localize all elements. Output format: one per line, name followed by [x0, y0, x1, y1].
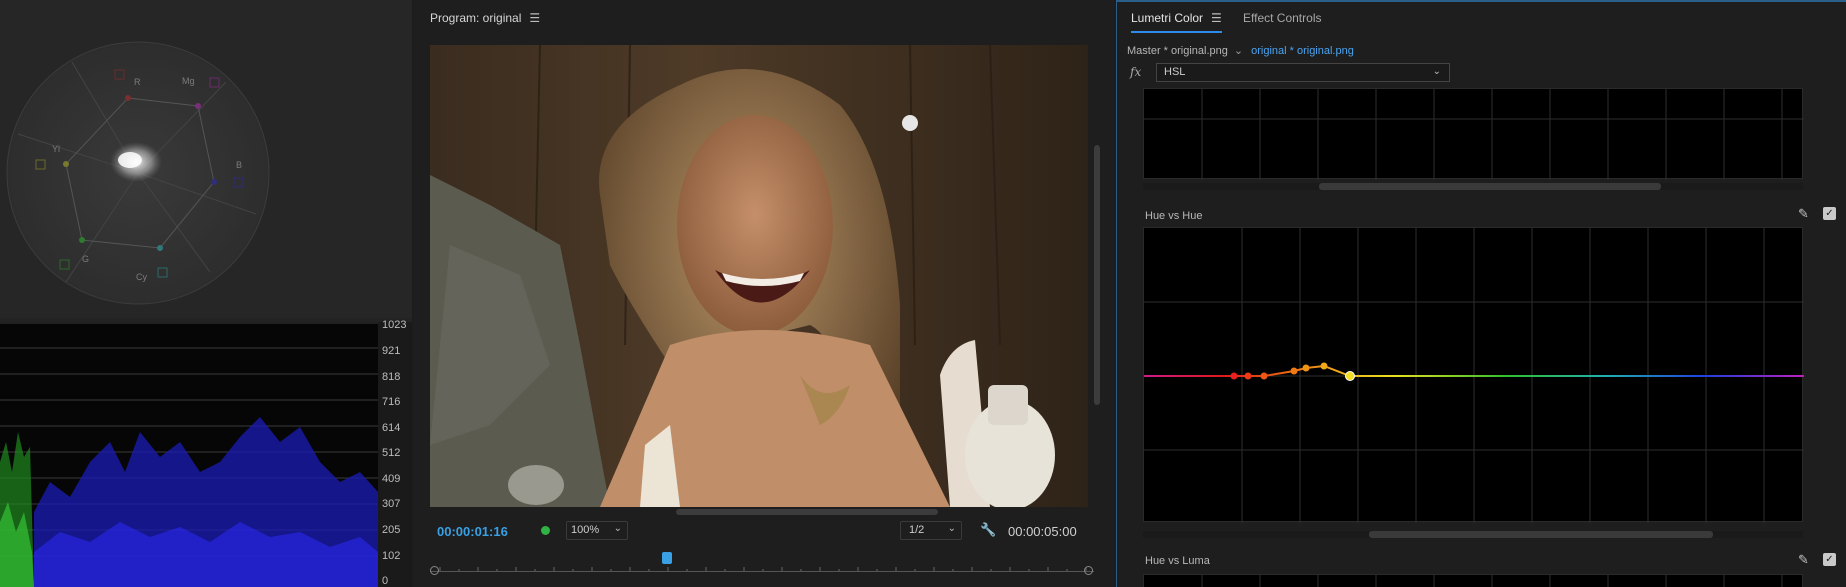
hue-vs-luma-graph[interactable] — [1143, 574, 1803, 587]
lumetri-panel: Lumetri Color ☰ Effect Controls Master * … — [1116, 0, 1846, 587]
scale-label: 205 — [382, 524, 401, 536]
current-timecode[interactable]: 00:00:01:16 — [437, 524, 508, 539]
video-image — [430, 45, 1088, 507]
scale-label: 1023 — [382, 319, 407, 331]
status-dot-icon — [541, 526, 550, 535]
scale-label: 307 — [382, 498, 401, 510]
top-curve-graph[interactable] — [1143, 88, 1804, 180]
curve-point[interactable] — [1290, 367, 1298, 375]
vectorscope-label-g: G — [82, 254, 89, 264]
scale-label: 0 — [382, 575, 389, 587]
chevron-down-icon: ⌄ — [1432, 66, 1441, 77]
hamburger-menu-icon[interactable]: ☰ — [529, 11, 540, 25]
tab-label: Lumetri Color — [1131, 11, 1204, 25]
curve-point-selected[interactable] — [1345, 371, 1355, 381]
tab-lumetri-color[interactable]: Lumetri Color ☰ — [1131, 11, 1222, 33]
horizontal-scrollbar[interactable] — [676, 509, 938, 515]
eyedropper-icon[interactable]: ✎ — [1798, 552, 1809, 568]
hue-vs-hue-scrollbar[interactable] — [1369, 531, 1713, 538]
program-title[interactable]: Program: original ☰ — [430, 11, 540, 25]
parade-plot — [0, 322, 378, 587]
master-clip[interactable]: Master * original.png — [1127, 45, 1228, 57]
vectorscope-label-mg: Mg — [182, 76, 195, 86]
hue-vs-luma-enable-checkbox[interactable]: ✓ — [1823, 553, 1836, 566]
vertical-scrollbar[interactable] — [1094, 145, 1100, 405]
in-point-handle[interactable] — [430, 566, 439, 575]
eyedropper-icon[interactable]: ✎ — [1798, 206, 1809, 222]
program-monitor: Program: original ☰ 00:00:01:16 100% ⌄ 1… — [414, 0, 1114, 587]
curve-point[interactable] — [1320, 362, 1328, 370]
section-label-hue-vs-luma: Hue vs Luma — [1145, 555, 1210, 567]
scale-label: 512 — [382, 447, 401, 459]
out-point-handle[interactable] — [1084, 566, 1093, 575]
video-frame — [430, 45, 1088, 507]
vectorscope-label-yl: Yl — [52, 144, 60, 154]
rgb-parade: 1023 921 818 716 614 512 409 307 205 102… — [0, 319, 412, 587]
scale-label: 409 — [382, 473, 401, 485]
scale-label: 614 — [382, 422, 401, 434]
wrench-icon[interactable]: 🔧 — [980, 522, 996, 538]
clip-selector: Master * original.png ⌄ original * origina… — [1127, 44, 1354, 57]
tab-effect-controls[interactable]: Effect Controls — [1243, 11, 1321, 25]
scale-label: 818 — [382, 371, 401, 383]
section-label-hue-vs-hue: Hue vs Hue — [1145, 210, 1203, 222]
effect-select-value: HSL — [1164, 66, 1186, 78]
effect-select[interactable]: HSL ⌄ — [1156, 63, 1450, 82]
vectorscope-label-r: R — [134, 77, 141, 87]
program-header: Program: original ☰ — [414, 0, 1114, 36]
chevron-down-icon: ⌄ — [613, 523, 622, 534]
selected-clip[interactable]: original * original.png — [1251, 45, 1354, 57]
duration-timecode: 00:00:05:00 — [1008, 524, 1077, 539]
ruler-line — [430, 571, 1094, 572]
top-curve-scrollbar[interactable] — [1319, 183, 1661, 190]
hue-vs-hue-graph[interactable] — [1143, 227, 1804, 523]
curve-point[interactable] — [1244, 372, 1252, 380]
zoom-value: 100% — [571, 524, 600, 536]
vectorscope: R Mg B Cy G Yl — [0, 0, 412, 318]
vectorscope-label-b: B — [236, 160, 242, 170]
scale-label: 921 — [382, 345, 401, 357]
vectorscope-label-cy: Cy — [136, 272, 147, 282]
chevron-down-icon: ⌄ — [947, 523, 956, 534]
scopes-panel: R Mg B Cy G Yl 1023 921 818 716 614 512 … — [0, 0, 412, 587]
scale-label: 102 — [382, 550, 401, 562]
playhead[interactable] — [662, 552, 672, 564]
resolution-value: 1/2 — [909, 524, 925, 536]
zoom-select[interactable]: 100% ⌄ — [566, 521, 628, 540]
hamburger-menu-icon[interactable]: ☰ — [1211, 11, 1222, 25]
curve-point[interactable] — [1302, 364, 1310, 372]
curve-point[interactable] — [1260, 372, 1268, 380]
program-title-text: Program: original — [430, 11, 522, 25]
curve-point[interactable] — [1230, 372, 1238, 380]
fx-icon: fx — [1130, 65, 1142, 79]
hue-vs-hue-enable-checkbox[interactable]: ✓ — [1823, 207, 1836, 220]
parade-scale: 1023 921 818 716 614 512 409 307 205 102… — [380, 319, 412, 587]
timeline-ruler[interactable] — [430, 547, 1094, 575]
scale-label: 716 — [382, 396, 401, 408]
resolution-select[interactable]: 1/2 ⌄ — [900, 521, 962, 540]
vectorscope-graph: R Mg B Cy G Yl — [6, 41, 270, 305]
chevron-down-icon[interactable]: ⌄ — [1234, 45, 1243, 57]
